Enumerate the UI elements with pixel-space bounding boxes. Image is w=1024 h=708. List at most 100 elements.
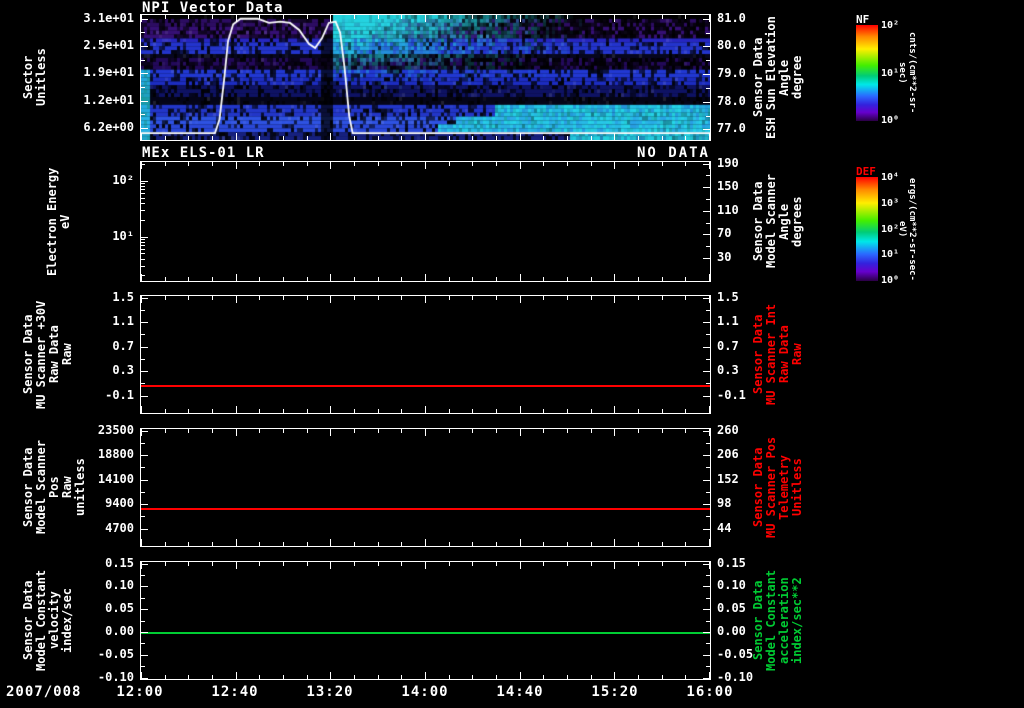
right-tick-label: 110 bbox=[717, 203, 739, 217]
y-minor-tick bbox=[706, 310, 710, 311]
x-tick bbox=[165, 15, 166, 19]
x-tick-label: 12:00 bbox=[116, 684, 164, 700]
x-tick bbox=[401, 562, 402, 566]
x-tick bbox=[188, 429, 189, 433]
x-tick bbox=[378, 162, 379, 166]
x-tick bbox=[236, 429, 237, 436]
x-tick bbox=[449, 675, 450, 679]
x-tick bbox=[591, 136, 592, 140]
x-tick bbox=[354, 409, 355, 413]
no-data-label: NO DATA bbox=[636, 145, 710, 161]
x-tick bbox=[307, 277, 308, 281]
y-minor-tick bbox=[706, 598, 710, 599]
y-minor-tick bbox=[706, 175, 710, 176]
y-tick bbox=[141, 529, 148, 530]
y-tick bbox=[703, 529, 710, 530]
y-minor-tick bbox=[141, 516, 145, 517]
x-tick bbox=[638, 15, 639, 19]
x-tick bbox=[188, 675, 189, 679]
left-tick-label: -0.1 bbox=[105, 388, 134, 402]
x-tick bbox=[188, 562, 189, 566]
y-tick bbox=[141, 564, 148, 565]
x-tick bbox=[709, 406, 710, 413]
x-tick bbox=[307, 136, 308, 140]
y-tick bbox=[703, 396, 710, 397]
left-tick-label: 0.15 bbox=[105, 556, 134, 570]
right-tick-label: 98 bbox=[717, 496, 732, 510]
y-minor-tick bbox=[141, 164, 145, 165]
x-tick bbox=[543, 136, 544, 140]
right-tick-label: 77.0 bbox=[717, 121, 746, 135]
y-minor-tick bbox=[706, 33, 710, 34]
y-tick bbox=[703, 504, 710, 505]
x-tick bbox=[543, 562, 544, 566]
y-minor-tick bbox=[706, 575, 710, 576]
colorbar-tick-label: 10⁴ bbox=[881, 172, 900, 183]
x-tick bbox=[520, 562, 521, 569]
spectrogram-panel bbox=[140, 14, 711, 141]
y-minor-tick bbox=[706, 621, 710, 622]
right-tick-label: 70 bbox=[717, 226, 732, 240]
y-minor-tick bbox=[706, 60, 710, 61]
x-tick bbox=[614, 429, 615, 436]
x-tick bbox=[378, 15, 379, 19]
x-tick bbox=[330, 406, 331, 413]
x-tick bbox=[283, 296, 284, 300]
x-tick bbox=[401, 296, 402, 300]
x-tick bbox=[165, 542, 166, 546]
x-tick bbox=[165, 409, 166, 413]
x-tick bbox=[662, 542, 663, 546]
x-tick bbox=[307, 675, 308, 679]
x-tick bbox=[591, 429, 592, 433]
x-tick bbox=[188, 296, 189, 300]
y-minor-tick bbox=[141, 193, 145, 194]
x-tick bbox=[378, 409, 379, 413]
panel2-right-axis-label: Sensor Data Model Scanner Angle degrees bbox=[751, 174, 804, 269]
y-minor-tick bbox=[141, 275, 145, 276]
y-minor-tick bbox=[141, 220, 145, 221]
x-tick bbox=[236, 672, 237, 679]
y-tick bbox=[141, 632, 148, 633]
y-tick bbox=[141, 396, 148, 397]
y-minor-tick bbox=[141, 467, 145, 468]
left-tick-label: 0.05 bbox=[105, 601, 134, 615]
y-tick bbox=[141, 298, 148, 299]
x-tick bbox=[449, 429, 450, 433]
left-tick-label: 18800 bbox=[97, 447, 134, 461]
x-tick bbox=[330, 15, 331, 22]
y-minor-tick bbox=[141, 114, 145, 115]
y-minor-tick bbox=[141, 245, 145, 246]
x-tick bbox=[236, 15, 237, 22]
left-tick-label: 0.10 bbox=[105, 578, 134, 592]
x-tick bbox=[662, 562, 663, 566]
x-tick bbox=[520, 672, 521, 679]
x-tick bbox=[567, 15, 568, 19]
colorbar-tick-label: 10² bbox=[881, 20, 900, 31]
y-minor-tick bbox=[706, 116, 710, 117]
left-tick-label: 1.5 bbox=[112, 290, 134, 304]
y-tick bbox=[703, 655, 710, 656]
x-tick bbox=[472, 296, 473, 300]
y-tick bbox=[141, 371, 148, 372]
y-minor-tick bbox=[706, 492, 710, 493]
y-minor-tick bbox=[706, 643, 710, 644]
right-tick-label: 0.15 bbox=[717, 556, 746, 570]
x-tick bbox=[685, 277, 686, 281]
y-tick bbox=[703, 564, 710, 565]
y-tick bbox=[703, 455, 710, 456]
x-tick bbox=[685, 429, 686, 433]
x-tick bbox=[543, 296, 544, 300]
scanner-pos-panel bbox=[140, 428, 711, 547]
x-tick bbox=[614, 672, 615, 679]
x-tick bbox=[165, 675, 166, 679]
x-tick bbox=[354, 429, 355, 433]
x-tick bbox=[378, 429, 379, 433]
x-tick bbox=[472, 162, 473, 166]
x-tick bbox=[543, 162, 544, 166]
right-tick-label: 80.0 bbox=[717, 38, 746, 52]
left-tick-label: 23500 bbox=[97, 423, 134, 437]
right-tick-label: 0.00 bbox=[717, 624, 746, 638]
x-tick bbox=[330, 296, 331, 303]
x-tick bbox=[212, 562, 213, 566]
x-tick bbox=[236, 274, 237, 281]
